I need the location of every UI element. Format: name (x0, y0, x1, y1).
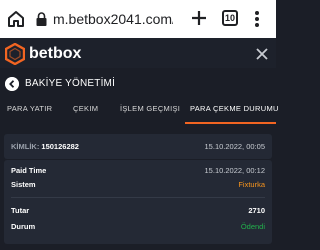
lock-icon[interactable] (36, 12, 47, 26)
url-bar[interactable]: m.betbox2041.com/tr (53, 10, 173, 28)
amount-row: Tutar 2710 (11, 205, 265, 217)
logo-text: betbox (29, 45, 82, 62)
amount-value: 2710 (248, 206, 265, 215)
app-header: betbox (0, 38, 276, 68)
new-tab-icon[interactable] (191, 10, 207, 26)
browser-toolbar: m.betbox2041.com/tr 10 (0, 0, 276, 38)
divider (11, 197, 265, 198)
transaction-header-card: KİMLİK: 150126282 15.10.2022, 00:05 (4, 134, 272, 159)
status-label: Durum (11, 222, 36, 231)
transaction-created-at: 15.10.2022, 00:05 (204, 142, 265, 151)
amount-label: Tutar (11, 206, 30, 215)
tab-transaction-history[interactable]: İŞLEM GEÇMIŞI (120, 98, 180, 124)
transaction-id-value: 150126282 (41, 142, 79, 151)
tab-deposit[interactable]: PARA YATIR (7, 98, 52, 124)
back-button[interactable] (5, 77, 19, 91)
page-title: BAKİYE YÖNETİMİ (25, 78, 116, 89)
tab-withdrawal-status[interactable]: PARA ÇEKME DURUMU (190, 98, 279, 124)
tab-bar: PARA YATIR ÇEKIM İŞLEM GEÇMIŞI PARA ÇEKM… (0, 98, 279, 124)
transaction-id-label: KİMLİK: (11, 142, 40, 151)
system-row: Sistem Fixturka (11, 179, 265, 191)
transaction-details-card: Paid Time 15.10.2022, 00:12 Sistem Fixtu… (4, 160, 272, 244)
tab-withdraw[interactable]: ÇEKIM (73, 98, 98, 124)
tab-switcher-button[interactable]: 10 (222, 10, 238, 26)
active-tab-indicator (185, 122, 276, 124)
close-icon[interactable] (256, 48, 268, 60)
paid-time-label: Paid Time (11, 166, 47, 175)
home-icon[interactable] (6, 9, 26, 29)
system-label: Sistem (11, 180, 36, 189)
logo-icon (5, 43, 25, 65)
more-menu-icon[interactable] (254, 10, 260, 28)
transaction-id-row: KİMLİK: 150126282 15.10.2022, 00:05 (11, 141, 265, 153)
status-badge: Ödendi (240, 222, 265, 231)
paid-time-value: 15.10.2022, 00:12 (204, 166, 265, 175)
paid-time-row: Paid Time 15.10.2022, 00:12 (11, 165, 265, 177)
system-value: Fixturka (238, 180, 265, 189)
transaction-id-line: KİMLİK: 150126282 (11, 141, 79, 153)
status-row: Durum Ödendi (11, 221, 265, 233)
